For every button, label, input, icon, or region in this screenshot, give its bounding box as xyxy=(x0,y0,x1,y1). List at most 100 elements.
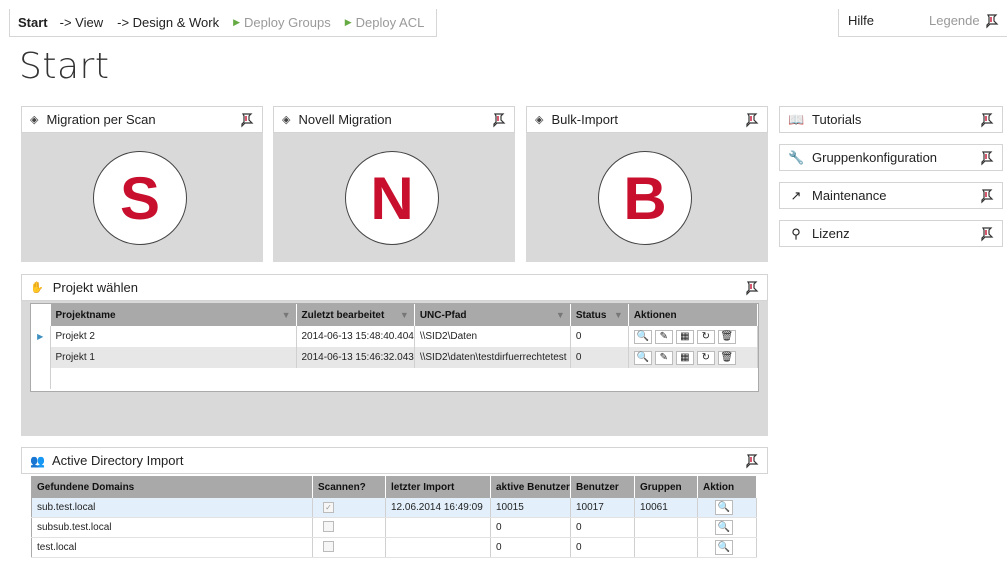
hand-icon: ✋ xyxy=(30,282,44,294)
cell-groups xyxy=(634,517,698,538)
pin-icon[interactable] xyxy=(985,13,999,29)
cell-edited: 2014-06-13 15:46:32.043 xyxy=(296,347,415,368)
nav-start[interactable]: Start xyxy=(18,15,48,30)
edit-icon[interactable]: ✎ xyxy=(654,350,673,365)
cell-active-users: 10015 xyxy=(490,497,571,518)
grid-icon[interactable]: ▦ xyxy=(675,350,694,365)
col-header[interactable]: aktive Benutzer xyxy=(490,476,571,498)
search-icon[interactable]: 🔍 xyxy=(715,499,733,515)
bulk-start-button[interactable]: B xyxy=(598,151,692,245)
cell-users: 0 xyxy=(570,537,635,558)
panel-title: Projekt wählen xyxy=(52,280,138,295)
refresh-icon[interactable]: ↻ xyxy=(696,350,715,365)
pin-icon[interactable] xyxy=(240,112,254,128)
scan-start-button[interactable]: S xyxy=(93,151,187,245)
cell-active-users: 0 xyxy=(490,517,571,538)
filter-icon: ▼ xyxy=(399,310,409,320)
tile-migration-scan: ◈ Migration per Scan S xyxy=(21,106,263,262)
panel-title: Active Directory Import xyxy=(51,453,184,468)
legend-link[interactable]: Legende xyxy=(929,13,980,28)
wrench-icon: 🔧 xyxy=(788,149,805,165)
panel-maintenance[interactable]: ↗ Maintenance xyxy=(779,182,1003,209)
top-right-menu: Hilfe Legende xyxy=(838,9,1007,37)
cell-unc: \\SID2\daten\testdirfuerrechtetest xyxy=(414,347,571,368)
search-icon[interactable]: 🔍 xyxy=(715,540,733,555)
nav-deploy-acl[interactable]: Deploy ACL xyxy=(356,15,425,30)
cell-status: 0 xyxy=(570,347,629,368)
cell-name: Projekt 1 xyxy=(50,347,297,368)
grid-icon[interactable]: ▦ xyxy=(675,329,694,344)
panel-header: 👥 Active Directory Import xyxy=(21,447,768,474)
cell-users: 0 xyxy=(570,517,635,538)
breadcrumb-nav: Start -> View -> Design & Work ▶ Deploy … xyxy=(9,9,437,37)
scan-checkbox[interactable]: ✓ xyxy=(323,501,334,513)
tile-bulk-import: ◈ Bulk-Import B xyxy=(526,106,768,262)
table-row[interactable]: Projekt 1 2014-06-13 15:46:32.043 \\SID2… xyxy=(31,347,759,368)
cell-status: 0 xyxy=(570,326,629,347)
tile-header: ◈ Novell Migration xyxy=(273,106,515,133)
cell-active-users: 0 xyxy=(490,537,571,558)
nav-deploy-groups[interactable]: Deploy Groups xyxy=(244,15,331,30)
col-header[interactable]: letzter Import xyxy=(385,476,491,498)
col-header[interactable]: Scannen? xyxy=(312,476,386,498)
nav-view[interactable]: -> View xyxy=(60,15,103,30)
eye-icon: ◈ xyxy=(30,114,39,126)
panel-lizenz[interactable]: ⚲ Lizenz xyxy=(779,220,1003,247)
pin-icon[interactable] xyxy=(492,112,506,128)
search-icon[interactable]: 🔍 xyxy=(633,350,652,365)
col-header[interactable]: Gruppen xyxy=(634,476,698,498)
scan-checkbox[interactable] xyxy=(323,540,334,552)
search-icon[interactable]: 🔍 xyxy=(633,329,652,344)
pin-icon[interactable] xyxy=(980,188,994,204)
nav-design-work[interactable]: -> Design & Work xyxy=(117,15,219,30)
page-title: Start xyxy=(19,46,110,87)
arrow-right-icon: ▶ xyxy=(344,17,352,27)
filter-icon: ▼ xyxy=(281,310,291,320)
table-row[interactable]: ▶ Projekt 2 2014-06-13 15:48:40.404 \\SI… xyxy=(31,326,759,347)
refresh-icon[interactable]: ↻ xyxy=(696,329,715,344)
ad-import-panel: 👥 Active Directory Import Gefundene Doma… xyxy=(21,447,768,565)
scan-checkbox[interactable] xyxy=(323,520,334,532)
cell-last-import xyxy=(385,537,491,558)
panel-label: Gruppenkonfiguration xyxy=(812,150,938,165)
cell-name: Projekt 2 xyxy=(50,326,297,347)
table-row[interactable]: subsub.test.local 0 0 🔍 xyxy=(31,517,757,538)
pin-icon[interactable] xyxy=(980,226,994,242)
edit-icon[interactable]: ✎ xyxy=(654,329,673,344)
eye-icon: ◈ xyxy=(535,114,544,126)
pin-icon[interactable] xyxy=(745,280,759,296)
col-header[interactable]: Projektname ▼ xyxy=(50,304,297,326)
pin-icon[interactable] xyxy=(745,453,759,469)
hammer-icon: ↗ xyxy=(790,187,802,203)
cell-last-import: 12.06.2014 16:49:09 xyxy=(385,497,491,518)
filter-icon: ▼ xyxy=(555,310,565,320)
delete-icon[interactable]: 🗑 xyxy=(717,350,736,365)
col-header[interactable]: Status ▼ xyxy=(570,304,629,326)
cell-domain: sub.test.local xyxy=(31,497,313,518)
novell-start-button[interactable]: N xyxy=(345,151,439,245)
table-row[interactable]: sub.test.local ✓ 12.06.2014 16:49:09 100… xyxy=(31,497,757,518)
col-header[interactable]: UNC-Pfad ▼ xyxy=(414,304,571,326)
pin-icon[interactable] xyxy=(745,112,759,128)
cell-edited: 2014-06-13 15:48:40.404 xyxy=(296,326,415,347)
table-row[interactable]: test.local 0 0 🔍 xyxy=(31,537,757,558)
project-panel: ✋ Projekt wählen Projektname ▼ Zuletzt be… xyxy=(21,274,768,436)
filter-icon: ▼ xyxy=(613,310,623,320)
search-icon[interactable]: 🔍 xyxy=(715,520,733,535)
col-header[interactable]: Zuletzt bearbeitet ▼ xyxy=(296,304,415,326)
pin-icon[interactable] xyxy=(980,150,994,166)
tile-header: ◈ Migration per Scan xyxy=(21,106,263,133)
panel-tutorials[interactable]: 📖 Tutorials xyxy=(779,106,1003,133)
delete-icon[interactable]: 🗑 xyxy=(717,329,736,344)
pin-icon[interactable] xyxy=(980,112,994,128)
col-header[interactable]: Gefundene Domains xyxy=(31,476,313,498)
panel-gruppenkonfiguration[interactable]: 🔧 Gruppenkonfiguration xyxy=(779,144,1003,171)
panel-label: Maintenance xyxy=(812,188,887,203)
help-link[interactable]: Hilfe xyxy=(848,13,874,28)
grid-corner xyxy=(31,304,51,326)
col-header[interactable]: Benutzer xyxy=(570,476,635,498)
panel-label: Tutorials xyxy=(812,112,862,127)
panel-label: Lizenz xyxy=(812,226,850,241)
col-header: Aktionen xyxy=(628,304,759,326)
cell-unc: \\SID2\Daten xyxy=(414,326,571,347)
